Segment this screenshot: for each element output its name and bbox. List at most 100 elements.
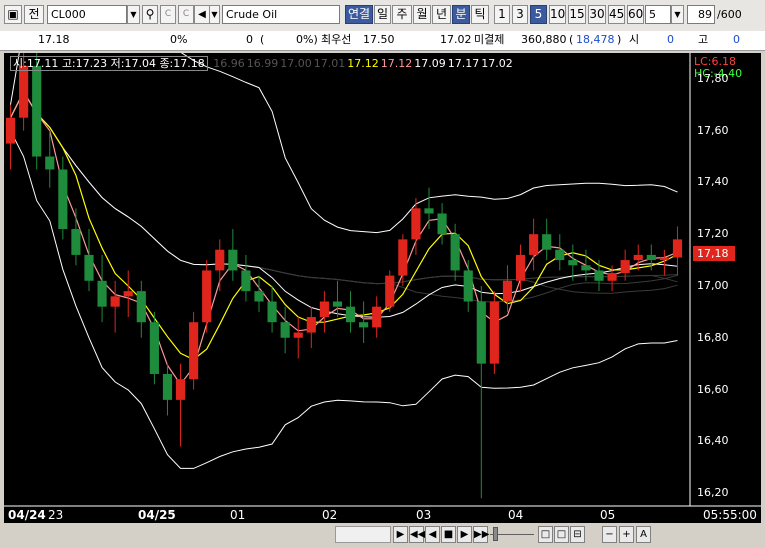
candle-body bbox=[306, 317, 316, 333]
candle-body bbox=[515, 254, 526, 281]
price-tick-label: 16,40 bbox=[697, 434, 729, 448]
candle-body bbox=[280, 322, 290, 338]
nav-button[interactable]: + bbox=[619, 526, 634, 543]
price-tick-label: 16,80 bbox=[697, 330, 729, 344]
candle-body bbox=[45, 156, 55, 170]
c-icon[interactable]: C bbox=[160, 5, 176, 24]
candle-body bbox=[254, 291, 264, 302]
long-moving-average-line bbox=[10, 90, 678, 285]
scroll-track[interactable] bbox=[335, 526, 391, 543]
long-moving-average-line bbox=[10, 90, 678, 285]
bollinger-upper-line bbox=[10, 53, 678, 234]
ma-legend-value: 17.00 bbox=[280, 57, 312, 70]
count-total: /600 bbox=[717, 8, 742, 21]
period-tab[interactable]: 틱 bbox=[471, 5, 489, 24]
zoom-slider-handle[interactable] bbox=[493, 527, 498, 541]
interval-dropdown-icon[interactable]: ▼ bbox=[671, 5, 684, 24]
nav-button[interactable]: □ bbox=[554, 526, 569, 543]
candle-body bbox=[529, 234, 539, 255]
nav-button[interactable]: ⊟ bbox=[570, 526, 585, 543]
nav-button[interactable]: ◀◀ bbox=[409, 526, 425, 543]
price-tick-label: 17,60 bbox=[697, 123, 729, 137]
time-tick-label: 05 bbox=[600, 508, 616, 522]
interval-button[interactable]: 30 bbox=[588, 5, 606, 24]
speaker-dropdown-icon[interactable]: ▼ bbox=[209, 5, 220, 24]
candle-body bbox=[319, 301, 329, 318]
time-tick-label: 04/24 bbox=[8, 508, 46, 522]
candle-body bbox=[385, 275, 395, 307]
interval-button[interactable]: 3 bbox=[512, 5, 528, 24]
candle-body bbox=[110, 296, 120, 307]
candle-body bbox=[32, 65, 42, 157]
chart-toolbar: ▣ 전 CL000 ▼ ⚲ C C ◀ ▼ Crude Oil 연결 일 주 월 년 분 틱… bbox=[0, 0, 765, 32]
current-price-marker: 17,18 bbox=[693, 246, 735, 261]
ma-values: 16.96 16.99 17.00 17.01 17.12 17.12 17.09 17.17… bbox=[211, 57, 513, 70]
time-tick-label: 01 bbox=[230, 508, 246, 522]
candle-body bbox=[189, 322, 199, 380]
chart-canvas[interactable] bbox=[4, 53, 761, 523]
candle-body bbox=[228, 249, 238, 271]
count-input[interactable]: 89 bbox=[687, 5, 715, 24]
ma-legend-value: 17.12 bbox=[347, 57, 379, 70]
nav-button[interactable]: ▶ bbox=[457, 526, 472, 543]
candlestick-chart[interactable]: 시:17.11 고:17.23 저:17.04 종:17.18 16.96 16.… bbox=[4, 53, 761, 523]
open-value: 0 bbox=[667, 33, 674, 46]
period-tab[interactable]: 연결 bbox=[345, 5, 373, 24]
speaker-icon[interactable]: ◀ bbox=[194, 5, 210, 24]
interval-button[interactable]: 5 bbox=[530, 5, 547, 24]
candle-body bbox=[97, 280, 107, 307]
interval-button[interactable]: 15 bbox=[568, 5, 586, 24]
interval-button[interactable]: 45 bbox=[608, 5, 625, 24]
interval-button[interactable]: 60 bbox=[627, 5, 644, 24]
symbol-dropdown-icon[interactable]: ▼ bbox=[127, 5, 140, 24]
chart-type-icon[interactable]: ▣ bbox=[4, 5, 22, 24]
chart-legend: 시:17.11 고:17.23 저:17.04 종:17.18 16.96 16.… bbox=[10, 55, 513, 71]
price-tick-label: 17,00 bbox=[697, 278, 729, 292]
candle-body bbox=[19, 65, 29, 118]
candle-body bbox=[411, 208, 421, 240]
candle-body bbox=[450, 234, 460, 271]
price-tick-label: 17,20 bbox=[697, 227, 729, 241]
open-interest-label: 미결제 bbox=[474, 33, 505, 46]
nav-button[interactable]: ▶ bbox=[393, 526, 408, 543]
long-moving-average-line bbox=[10, 90, 678, 303]
candle-body bbox=[568, 260, 578, 266]
open-interest: 360,880 bbox=[521, 33, 567, 46]
nav-button[interactable]: ◀ bbox=[425, 526, 440, 543]
ma-legend-value: 17.17 bbox=[447, 57, 480, 70]
interval-button[interactable]: 10 bbox=[549, 5, 566, 24]
period-tab[interactable]: 년 bbox=[432, 5, 451, 24]
high-label: 고 bbox=[698, 33, 709, 46]
period-tab[interactable]: 일 bbox=[374, 5, 391, 24]
candle-body bbox=[646, 254, 656, 261]
nav-button[interactable]: A bbox=[636, 526, 651, 543]
candle-body bbox=[149, 322, 159, 374]
period-tab[interactable]: 월 bbox=[413, 5, 431, 24]
candle-body bbox=[162, 373, 173, 400]
best-ask: 17.02 bbox=[440, 33, 472, 46]
bollinger-lower-line bbox=[10, 130, 678, 469]
interval-select[interactable]: 5 bbox=[645, 5, 671, 24]
candle-body bbox=[489, 301, 499, 364]
period-tab[interactable]: 주 bbox=[392, 5, 412, 24]
period-tab[interactable]: 분 bbox=[452, 5, 470, 24]
nav-button[interactable]: − bbox=[602, 526, 617, 543]
candle-body bbox=[633, 254, 643, 261]
candle-body bbox=[332, 301, 343, 307]
search-icon[interactable]: ⚲ bbox=[142, 5, 158, 24]
time-tick-label: 04/25 bbox=[138, 508, 176, 522]
symbol-input[interactable]: CL000 bbox=[47, 5, 127, 24]
nav-button[interactable]: ▶▶ bbox=[473, 526, 489, 543]
long-moving-average-line bbox=[10, 90, 678, 294]
volume-paren: ( bbox=[260, 33, 265, 46]
nav-button[interactable]: □ bbox=[538, 526, 553, 543]
nav-button[interactable]: ■ bbox=[441, 526, 456, 543]
interval-button[interactable]: 1 bbox=[494, 5, 510, 24]
chart-navigation-bar: ▶ ◀◀ ◀ ■ ▶ ▶▶ □ □ ⊟ − + A bbox=[0, 523, 765, 548]
candle-body bbox=[293, 332, 303, 338]
jeon-button[interactable]: 전 bbox=[24, 5, 44, 24]
candle-body bbox=[58, 169, 68, 230]
c-lock-icon[interactable]: C bbox=[178, 5, 194, 24]
price-tick-label: 17,40 bbox=[697, 175, 729, 189]
time-tick-label: 02 bbox=[322, 508, 338, 522]
